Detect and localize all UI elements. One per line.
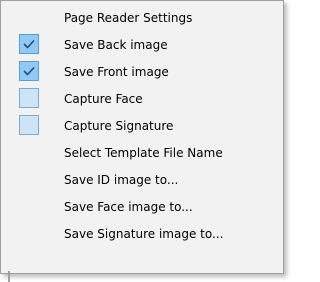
- menu-item-label: Capture Face: [64, 92, 143, 106]
- checkbox-checked-save-front-image[interactable]: [19, 61, 39, 81]
- menu-item-label: Save Face image to...: [64, 200, 193, 214]
- checkmark-icon: [23, 39, 35, 49]
- menu-item-label: Save Back image: [64, 38, 168, 52]
- menu-item-label: Page Reader Settings: [64, 11, 193, 25]
- menu-item-capture-signature[interactable]: Capture Signature: [3, 114, 281, 138]
- menu-item-label: Save ID image to...: [64, 173, 179, 187]
- menu-item-label: Save Signature image to...: [64, 227, 224, 241]
- menu-item-label: Select Template File Name: [64, 146, 223, 160]
- menu-item-save-back-image[interactable]: Save Back image: [3, 33, 281, 57]
- menu-item-label: Save Front image: [64, 65, 169, 79]
- menu-item-select-template-file-name[interactable]: Select Template File Name: [3, 141, 281, 165]
- window-edge-divider: [8, 271, 10, 282]
- menu-item-save-front-image[interactable]: Save Front image: [3, 60, 281, 84]
- menu-item-save-face-image-to[interactable]: Save Face image to...: [3, 195, 281, 219]
- checkmark-icon: [23, 66, 35, 76]
- checkbox-checked-save-back-image[interactable]: [19, 34, 39, 54]
- menu-item-page-reader-settings[interactable]: Page Reader Settings: [3, 6, 281, 30]
- menu-item-capture-face[interactable]: Capture Face: [3, 87, 281, 111]
- checkbox-unchecked-capture-face[interactable]: [19, 88, 39, 108]
- menu-item-save-id-image-to[interactable]: Save ID image to...: [3, 168, 281, 192]
- checkbox-unchecked-capture-signature[interactable]: [19, 115, 39, 135]
- context-menu: Page Reader Settings Save Back image Sav…: [0, 0, 284, 274]
- menu-item-label: Capture Signature: [64, 119, 174, 133]
- menu-item-save-signature-image-to[interactable]: Save Signature image to...: [3, 222, 281, 246]
